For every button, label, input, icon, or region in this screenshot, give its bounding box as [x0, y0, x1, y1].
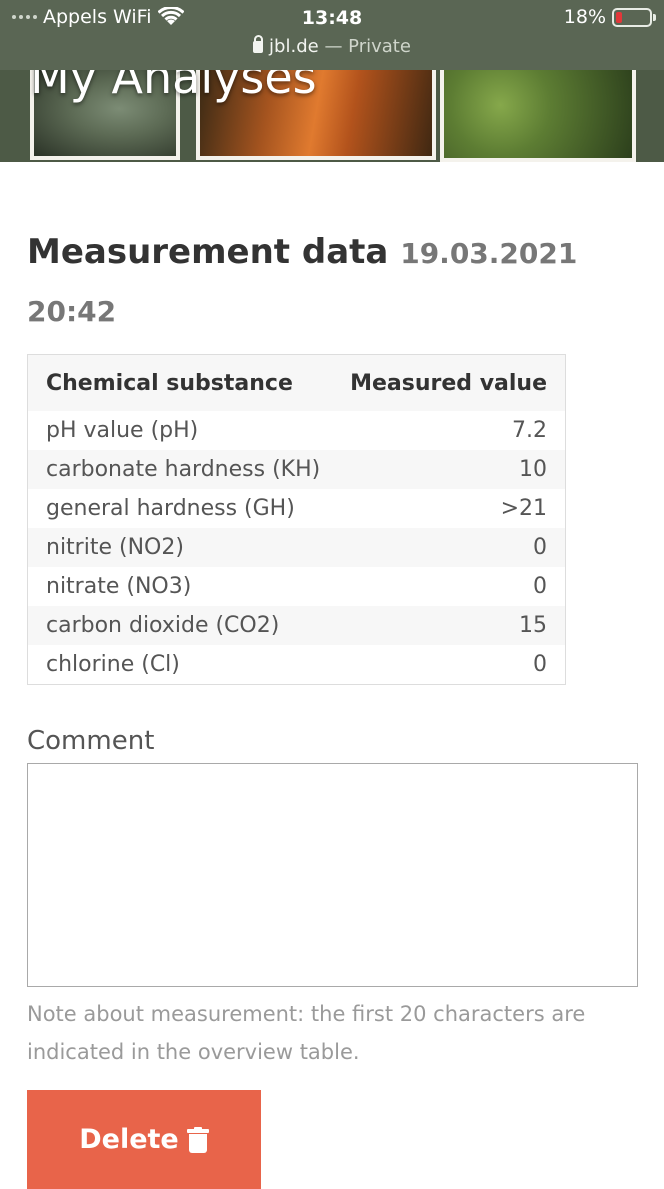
measurement-title: Measurement data [27, 232, 389, 272]
trash-icon [186, 1126, 209, 1153]
pond-photo [440, 70, 636, 162]
table-row: carbon dioxide (CO2) 15 [28, 606, 565, 645]
battery-level-fill [616, 11, 622, 23]
value-cell: 7.2 [512, 418, 547, 443]
value-cell: 10 [519, 457, 547, 482]
header-banner: My Analyses [0, 70, 664, 162]
table-row: carbonate hardness (KH) 10 [28, 450, 565, 489]
measurement-table: Chemical substance Measured value pH val… [27, 354, 566, 685]
substance-cell: pH value (pH) [46, 418, 199, 443]
main-content: Measurement data 19.03.2021 20:42 Chemic… [27, 162, 639, 1189]
table-row: nitrate (NO3) 0 [28, 567, 565, 606]
delete-button[interactable]: Delete [27, 1090, 261, 1189]
comment-label: Comment [27, 726, 155, 756]
value-cell: 0 [533, 652, 547, 677]
table-row: nitrite (NO2) 0 [28, 528, 565, 567]
table-body: pH value (pH) 7.2 carbonate hardness (KH… [28, 411, 565, 684]
battery-percent: 18% [563, 6, 606, 28]
column-header-substance: Chemical substance [46, 370, 293, 396]
lock-icon [253, 35, 264, 53]
table-row: chlorine (Cl) 0 [28, 645, 565, 684]
status-bar: Appels WiFi 13:48 18% jbl.de — Private [0, 0, 664, 70]
value-cell: 0 [533, 574, 547, 599]
table-row: pH value (pH) 7.2 [28, 411, 565, 450]
value-cell: 15 [519, 613, 547, 638]
battery-icon [612, 7, 656, 27]
value-cell: >21 [500, 496, 547, 521]
substance-cell: carbonate hardness (KH) [46, 457, 321, 482]
substance-cell: chlorine (Cl) [46, 652, 180, 677]
measurement-heading: Measurement data 19.03.2021 20:42 [27, 224, 639, 340]
url-text: jbl.de [269, 36, 319, 57]
value-cell: 0 [533, 535, 547, 560]
page-title: My Analyses [30, 70, 317, 104]
column-header-value: Measured value [350, 370, 547, 396]
address-bar[interactable]: jbl.de — Private [0, 35, 664, 57]
substance-cell: general hardness (GH) [46, 496, 295, 521]
comment-textarea[interactable] [27, 763, 638, 987]
delete-button-label: Delete [79, 1124, 179, 1155]
substance-cell: nitrite (NO2) [46, 535, 184, 560]
url-separator: — [324, 36, 343, 57]
substance-cell: nitrate (NO3) [46, 574, 192, 599]
private-mode-label: Private [348, 36, 411, 57]
comment-note: Note about measurement: the first 20 cha… [27, 1002, 586, 1064]
substance-cell: carbon dioxide (CO2) [46, 613, 280, 638]
table-row: general hardness (GH) >21 [28, 489, 565, 528]
table-header: Chemical substance Measured value [28, 355, 565, 411]
